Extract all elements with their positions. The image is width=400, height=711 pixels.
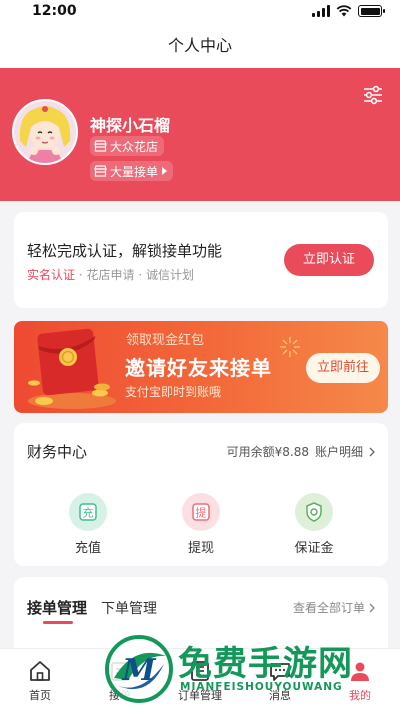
profile-header: 神探小石榴 大众花店 大量接单	[0, 68, 400, 201]
tab-messages-label: 消息	[269, 689, 291, 702]
verify-now-button[interactable]: 立即认证	[284, 244, 374, 276]
finance-summary: 可用余额 ¥8.88 账户明细	[227, 443, 375, 460]
chevron-right-icon[interactable]	[369, 447, 375, 457]
verify-step-integrity: 诚信计划	[145, 268, 194, 282]
svg-text:提: 提	[196, 507, 207, 520]
message-icon	[270, 663, 290, 681]
shop-tag-label: 大众花店	[110, 139, 159, 154]
account-detail-link[interactable]: 账户明细	[315, 443, 363, 460]
finance-card: 财务中心 可用余额 ¥8.88 账户明细 充 充值 提 提现 保证金	[14, 423, 388, 566]
red-envelope-icon	[28, 328, 116, 409]
tab-messages[interactable]: 消息	[240, 657, 320, 703]
go-now-button[interactable]: 立即前往	[306, 353, 380, 383]
shop-icon	[94, 140, 107, 152]
withdraw-button[interactable]: 提 提现	[171, 493, 231, 556]
banner-subtitle: 支付宝即时到账哦	[125, 385, 222, 399]
banner-title: 邀请好友来接单	[125, 356, 272, 380]
shield-icon	[295, 493, 333, 531]
balance-value: ¥8.88	[274, 444, 309, 459]
battery-icon	[358, 5, 385, 17]
page-title: 个人中心	[167, 36, 232, 55]
status-icons	[312, 5, 385, 17]
withdraw-label: 提现	[187, 541, 214, 556]
signal-icon	[312, 5, 330, 17]
tab-receive-label: 接单	[109, 689, 131, 702]
tab-order-management[interactable]: 订单管理	[160, 657, 240, 703]
settings-filter-icon[interactable]	[362, 84, 384, 106]
tab-receive-orders[interactable]: 接单管理	[27, 597, 87, 618]
deposit-label: 保证金	[294, 541, 334, 556]
finance-title: 财务中心	[27, 443, 88, 461]
recharge-label: 充值	[74, 541, 101, 556]
tab-home-label: 首页	[29, 689, 51, 702]
order-volume-tag-label: 大量接单	[110, 164, 159, 179]
username: 神探小石榴	[90, 116, 171, 135]
order-list-icon	[191, 661, 209, 681]
avatar[interactable]	[12, 99, 78, 165]
view-all-orders-link[interactable]: 查看全部订单	[293, 599, 375, 616]
verify-title: 轻松完成认证，解锁接单功能	[27, 242, 223, 260]
verify-steps: 实名认证 · 花店申请 · 诚信计划	[27, 268, 194, 282]
chevron-right-icon	[369, 603, 375, 612]
verify-step-shop: 花店申请	[86, 268, 135, 282]
profile-icon	[351, 662, 369, 681]
status-bar: 12:00	[0, 0, 400, 24]
tab-receive[interactable]: 接单	[80, 657, 160, 703]
banner-top-text: 领取现金红包	[126, 333, 205, 348]
receive-order-icon	[111, 662, 129, 681]
wifi-icon	[336, 5, 352, 17]
verify-card: 轻松完成认证，解锁接单功能 实名认证 · 花店申请 · 诚信计划 立即认证	[14, 212, 388, 308]
recharge-button[interactable]: 充 充值	[58, 493, 118, 556]
status-time: 12:00	[32, 3, 77, 19]
bottom-tabbar: 首页 接单 订单管理 消息 我的	[0, 648, 400, 711]
triangle-right-icon	[162, 167, 168, 175]
view-all-orders-label: 查看全部订单	[292, 601, 365, 615]
withdraw-icon: 提	[182, 493, 220, 531]
recharge-icon: 充	[69, 493, 107, 531]
shop-tag[interactable]: 大众花店	[90, 136, 165, 156]
verify-step-realname: 实名认证	[27, 268, 76, 282]
nav-bar: 个人中心	[0, 24, 400, 68]
deposit-button[interactable]: 保证金	[284, 493, 344, 556]
tab-order-management-label: 订单管理	[178, 689, 222, 702]
home-icon	[30, 661, 50, 681]
invite-banner[interactable]: 领取现金红包 邀请好友来接单 支付宝即时到账哦 立即前往	[14, 321, 388, 413]
tab-mine[interactable]: 我的	[320, 657, 400, 703]
tab-mine-label: 我的	[349, 689, 371, 702]
tab-place-orders[interactable]: 下单管理	[101, 598, 157, 618]
order-volume-tag[interactable]: 大量接单	[90, 161, 174, 181]
svg-text:充: 充	[83, 506, 94, 520]
shop-icon	[94, 165, 107, 177]
balance-label: 可用余额	[226, 445, 275, 459]
firework-icon	[280, 337, 300, 357]
tab-home[interactable]: 首页	[0, 657, 80, 703]
avatar-cartoon-girl-icon	[14, 101, 76, 163]
active-tab-indicator	[43, 621, 73, 624]
